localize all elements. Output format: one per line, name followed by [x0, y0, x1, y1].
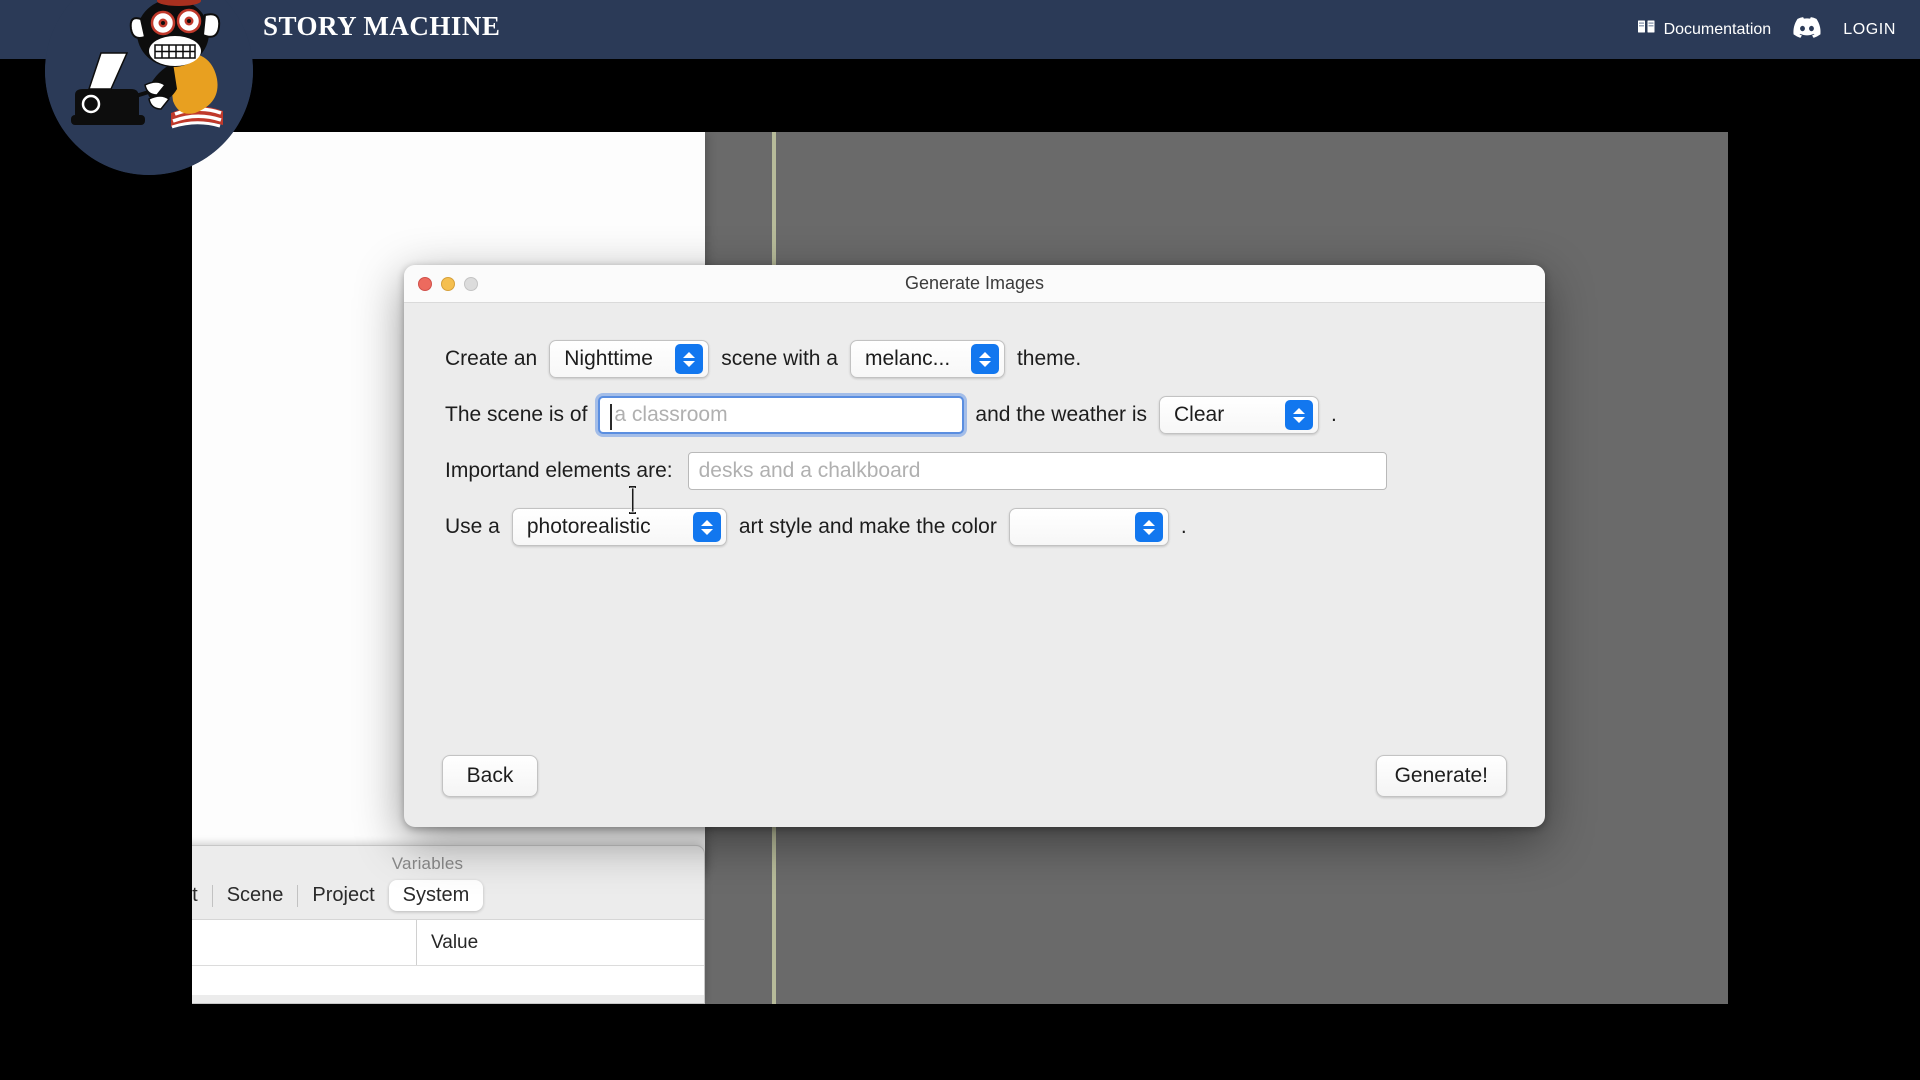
- tab-object[interactable]: ect: [192, 880, 212, 911]
- tab-system[interactable]: System: [388, 880, 484, 911]
- text-caret: [610, 404, 613, 430]
- label-color-suffix: .: [1180, 515, 1187, 538]
- label-create-an: Create an: [445, 347, 538, 370]
- select-art-style[interactable]: photorealistic: [511, 508, 727, 546]
- variables-table-header: Value: [192, 919, 704, 965]
- dialog-footer: Back Generate!: [442, 755, 1507, 797]
- back-button[interactable]: Back: [442, 755, 538, 797]
- chevron-updown-icon: [970, 344, 999, 374]
- nav-link-login[interactable]: LOGIN: [1843, 21, 1896, 39]
- book-icon: [1636, 19, 1656, 40]
- label-the-scene-is-of: The scene is of: [445, 403, 588, 426]
- select-theme[interactable]: melanc...: [849, 340, 1005, 378]
- generate-button[interactable]: Generate!: [1375, 755, 1507, 797]
- label-scene-with-a: scene with a: [721, 347, 838, 370]
- form-row-art-style: Use a photorealistic art style and make …: [442, 499, 1507, 555]
- app-canvas: Variables ect Scene Project System Value: [192, 132, 1728, 1004]
- generate-images-dialog: Generate Images Create an Nighttime scen…: [404, 265, 1545, 827]
- scene-description-input[interactable]: a classroom: [598, 396, 965, 434]
- page-title: STORY MACHINE: [263, 11, 501, 41]
- tab-project[interactable]: Project: [298, 880, 388, 911]
- chevron-updown-icon: [675, 344, 704, 374]
- select-weather[interactable]: Clear: [1159, 396, 1320, 434]
- label-weather-suffix: .: [1331, 403, 1337, 426]
- select-theme-value: melanc...: [864, 347, 951, 370]
- column-header-value: Value: [431, 931, 479, 953]
- screen-root: STORY MACHINE Documentation LOGIN Variab…: [0, 0, 1920, 1080]
- discord-icon: [1793, 16, 1821, 43]
- label-important-elements: Importand elements are:: [445, 459, 673, 482]
- important-elements-placeholder: desks and a chalkboard: [698, 459, 921, 482]
- select-weather-value: Clear: [1174, 403, 1225, 426]
- select-art-style-value: photorealistic: [526, 515, 651, 538]
- select-color[interactable]: [1008, 508, 1169, 546]
- mouse-cursor-ibeam: [628, 486, 637, 514]
- chevron-updown-icon: [1285, 400, 1314, 430]
- nav-link-discord[interactable]: [1793, 16, 1821, 43]
- nav-link-documentation-label: Documentation: [1663, 20, 1772, 38]
- dialog-body: Create an Nighttime scene with a melanc.…: [404, 303, 1545, 827]
- scene-description-placeholder: a classroom: [614, 403, 728, 426]
- form-row-scene-type: Create an Nighttime scene with a melanc.…: [442, 331, 1507, 387]
- label-theme-suffix: theme.: [1016, 347, 1082, 370]
- select-time-of-day[interactable]: Nighttime: [549, 340, 710, 378]
- chevron-updown-icon: [692, 512, 721, 542]
- form-row-scene-description: The scene is of a classroom and the weat…: [442, 387, 1507, 443]
- dialog-title: Generate Images: [904, 273, 1045, 293]
- label-and-the-weather-is: and the weather is: [975, 403, 1148, 426]
- tab-scene[interactable]: Scene: [213, 880, 298, 911]
- variables-panel: Variables ect Scene Project System Value: [192, 845, 705, 1004]
- nav-right-group: Documentation LOGIN: [1636, 0, 1896, 59]
- nav-link-documentation[interactable]: Documentation: [1636, 19, 1772, 40]
- chevron-updown-icon: [1134, 512, 1163, 542]
- top-navigation-bar: STORY MACHINE Documentation LOGIN: [0, 0, 1920, 59]
- label-art-style-and-color: art style and make the color: [738, 515, 997, 538]
- variables-tab-bar: ect Scene Project System: [192, 874, 704, 911]
- form-row-important-elements: Importand elements are: desks and a chal…: [442, 443, 1507, 499]
- important-elements-input[interactable]: desks and a chalkboard: [687, 452, 1387, 490]
- variables-table-row[interactable]: [192, 965, 704, 995]
- variables-panel-title: Variables: [391, 854, 464, 873]
- select-time-of-day-value: Nighttime: [564, 347, 653, 370]
- column-header-name: [192, 920, 417, 965]
- label-use-a: Use a: [445, 515, 500, 538]
- dialog-title-bar[interactable]: Generate Images: [404, 265, 1545, 303]
